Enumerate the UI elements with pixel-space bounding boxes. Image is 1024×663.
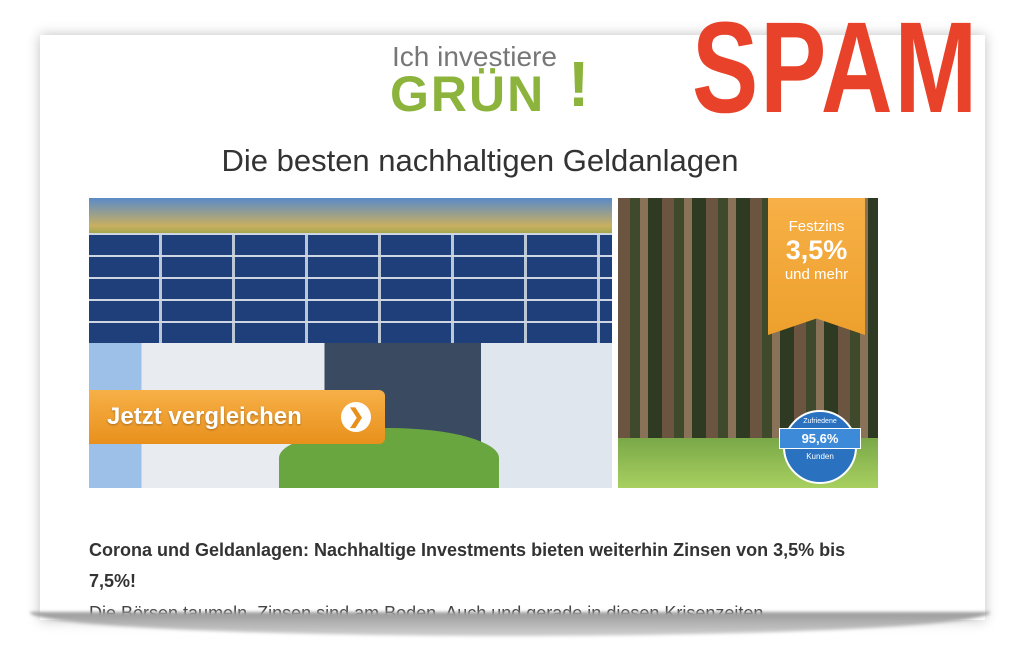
- ribbon-label: Festzins: [788, 218, 845, 235]
- spam-stamp: SPAM: [692, 0, 980, 140]
- badge-top: Zufriedene: [803, 418, 837, 425]
- torn-edge: [30, 612, 990, 636]
- ribbon-rate: 3,5%: [785, 235, 848, 265]
- interest-ribbon: Festzins 3,5% und mehr: [768, 198, 865, 335]
- forest-image: Festzins 3,5% und mehr Zufriedene 95,6% …: [618, 198, 878, 488]
- ribbon-suffix: und mehr: [784, 266, 849, 283]
- logo-exclamation: !: [568, 48, 592, 120]
- badge-bottom: Kunden: [806, 452, 834, 461]
- solar-building-image: Jetzt vergleichen ❯: [89, 198, 612, 488]
- badge-value: 95,6%: [779, 428, 861, 449]
- logo-brand: GRÜN!: [390, 48, 589, 123]
- landscape: [89, 198, 612, 238]
- solar-panels: [89, 233, 612, 343]
- chevron-right-icon: ❯: [341, 402, 371, 432]
- compare-button-label: Jetzt vergleichen: [107, 403, 302, 430]
- logo-word: GRÜN: [390, 66, 546, 122]
- satisfaction-badge: Zufriedene 95,6% Kunden: [779, 410, 861, 484]
- compare-button[interactable]: Jetzt vergleichen ❯: [89, 390, 385, 444]
- headline: Corona und Geldanlagen: Nachhaltige Inve…: [89, 540, 846, 591]
- page-title: Die besten nachhaltigen Geldanlagen: [221, 143, 739, 178]
